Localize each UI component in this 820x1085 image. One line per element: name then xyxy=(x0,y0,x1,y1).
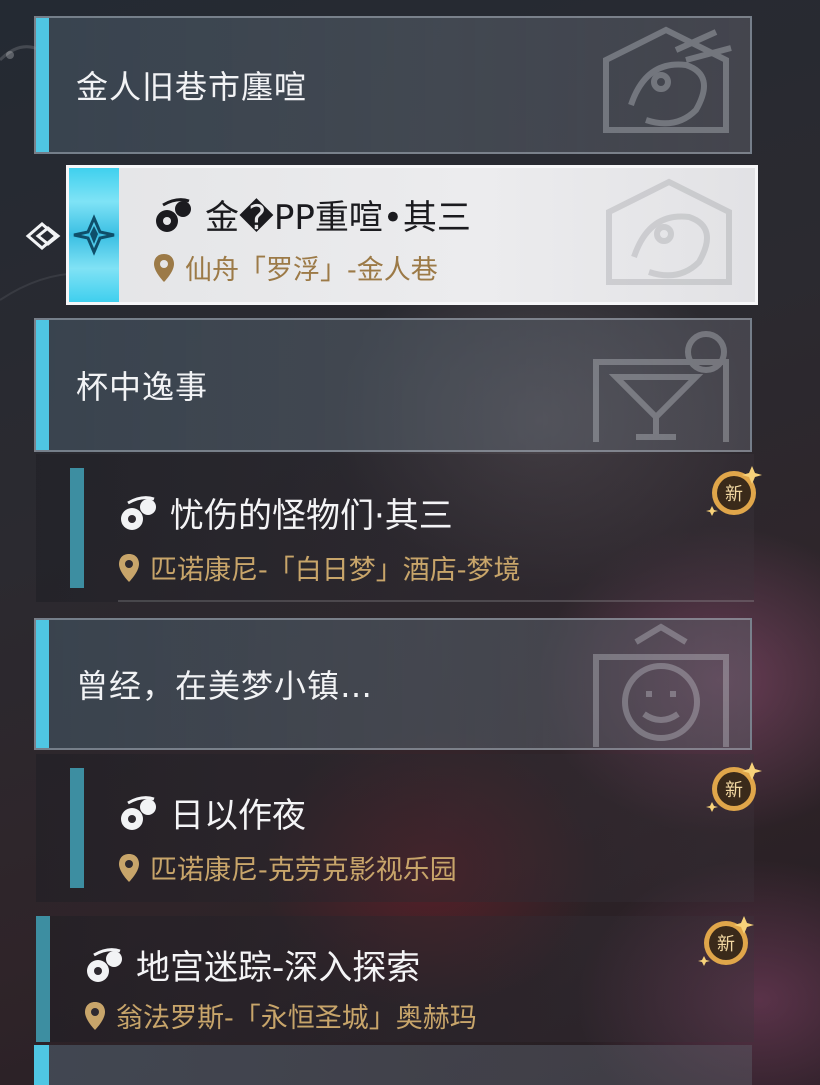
group-title: 杯中逸事 xyxy=(76,368,209,406)
quest-icon xyxy=(156,197,191,232)
quest-title: 金�PP重喧•其三 xyxy=(205,198,471,238)
group-accent-bar xyxy=(36,320,49,450)
quest-icon xyxy=(121,495,156,530)
quest-icon xyxy=(87,947,122,982)
quest-location: 翁法罗斯-「永恒圣城」奥赫玛 xyxy=(116,1003,477,1034)
divider xyxy=(118,600,754,602)
quest-location: 仙舟「罗浮」-金人巷 xyxy=(185,255,438,286)
quest-title: 忧伤的怪物们·其三 xyxy=(170,496,453,536)
group-header-cup-anecdotes[interactable]: 杯中逸事 xyxy=(34,318,752,452)
quest-accent-bar xyxy=(36,916,50,1042)
group-header-partial[interactable] xyxy=(34,1045,752,1085)
group-header-dream-town[interactable]: 曾经，在美梦小镇… xyxy=(34,618,752,750)
quest-location: 匹诺康尼-「白日梦」酒店-梦境 xyxy=(150,555,521,586)
map-pin-icon xyxy=(154,253,174,282)
group-title: 金人旧巷市廛喧 xyxy=(76,68,308,106)
quest-item[interactable]: 忧伤的怪物们·其三 匹诺康尼-「白日梦」酒店-梦境 新 xyxy=(36,454,762,602)
quest-accent-bar xyxy=(70,768,84,888)
group-accent-bar xyxy=(36,620,49,748)
cocktail-emblem-icon xyxy=(593,331,729,442)
new-badge: 新 xyxy=(698,916,754,966)
new-badge: 新 xyxy=(706,466,762,516)
badge-label: 新 xyxy=(725,780,743,801)
new-badge: 新 xyxy=(706,762,762,812)
quest-accent-bar xyxy=(70,468,84,588)
map-pin-icon xyxy=(119,553,139,582)
selection-cursor-icon xyxy=(25,222,61,250)
badge-label: 新 xyxy=(725,484,743,505)
bird-emblem-icon xyxy=(603,26,732,133)
sparkle-icon xyxy=(73,214,115,256)
selected-side-panel xyxy=(69,168,119,302)
group-title: 曾经，在美梦小镇… xyxy=(76,667,374,705)
quest-icon xyxy=(121,795,156,830)
quest-title: 地宫迷踪-深入探索 xyxy=(136,948,421,988)
quest-title: 日以作夜 xyxy=(170,796,306,836)
group-header-golden-alley[interactable]: 金人旧巷市廛喧 xyxy=(34,16,752,154)
clock-emblem-icon xyxy=(593,623,729,747)
bird-emblem-icon xyxy=(606,178,732,285)
quest-item-selected[interactable]: 金�PP重喧•其三 仙舟「罗浮」-金人巷 xyxy=(66,165,758,305)
badge-label: 新 xyxy=(717,934,735,955)
map-pin-icon xyxy=(119,853,139,882)
quest-item[interactable]: 地宫迷踪-深入探索 翁法罗斯-「永恒圣城」奥赫玛 新 xyxy=(36,916,754,1042)
quest-location: 匹诺康尼-克劳克影视乐园 xyxy=(150,855,457,886)
quest-item[interactable]: 日以作夜 匹诺康尼-克劳克影视乐园 新 xyxy=(36,754,762,902)
group-accent-bar xyxy=(36,18,49,152)
group-accent-bar xyxy=(34,1045,49,1085)
map-pin-icon xyxy=(85,1001,105,1030)
